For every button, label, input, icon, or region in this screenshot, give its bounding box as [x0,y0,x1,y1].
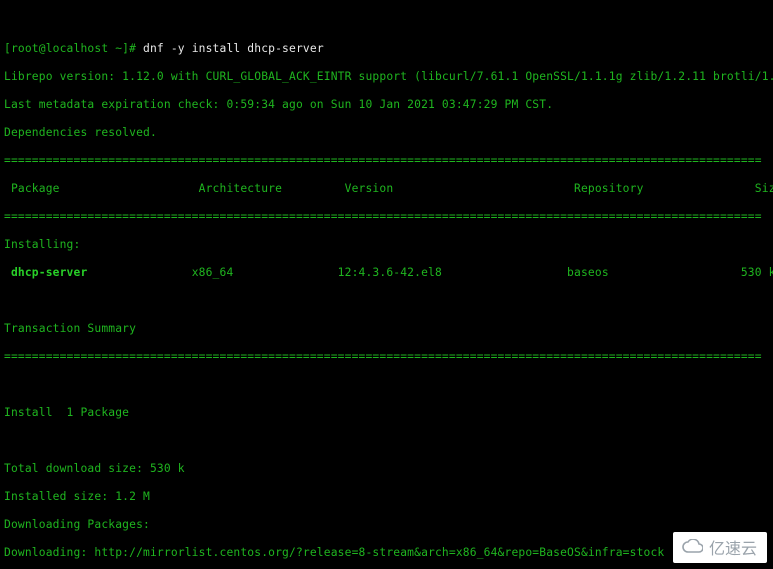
watermark-text: 亿速云 [709,535,757,559]
truncated-line [4,14,769,28]
downloading-packages: Downloading Packages: [4,518,769,532]
package-row: dhcp-server x86_64 12:4.3.6-42.el8 baseo… [4,266,769,280]
transaction-summary-label: Transaction Summary [4,322,769,336]
download-mirrorlist: Downloading: http://mirrorlist.centos.or… [4,546,769,560]
installed-size: Installed size: 1.2 M [4,490,769,504]
deps-resolved: Dependencies resolved. [4,126,769,140]
total-download-size: Total download size: 530 k [4,462,769,476]
metadata-check: Last metadata expiration check: 0:59:34 … [4,98,769,112]
terminal[interactable]: [root@localhost ~]# dnf -y install dhcp-… [0,0,773,569]
blank-line [4,434,769,448]
package-name: dhcp-server [4,266,87,279]
command-line: [root@localhost ~]# dnf -y install dhcp-… [4,42,769,56]
install-count: Install 1 Package [4,406,769,420]
cloud-icon [681,539,703,555]
separator: ========================================… [4,210,769,224]
column-headers: Package Architecture Version Repository … [4,182,769,196]
blank-line [4,294,769,308]
separator: ========================================… [4,350,769,364]
blank-line [4,378,769,392]
librepo-version: Librepo version: 1.12.0 with CURL_GLOBAL… [4,70,769,84]
watermark: 亿速云 [673,532,767,563]
installing-label: Installing: [4,238,769,252]
separator: ========================================… [4,154,769,168]
